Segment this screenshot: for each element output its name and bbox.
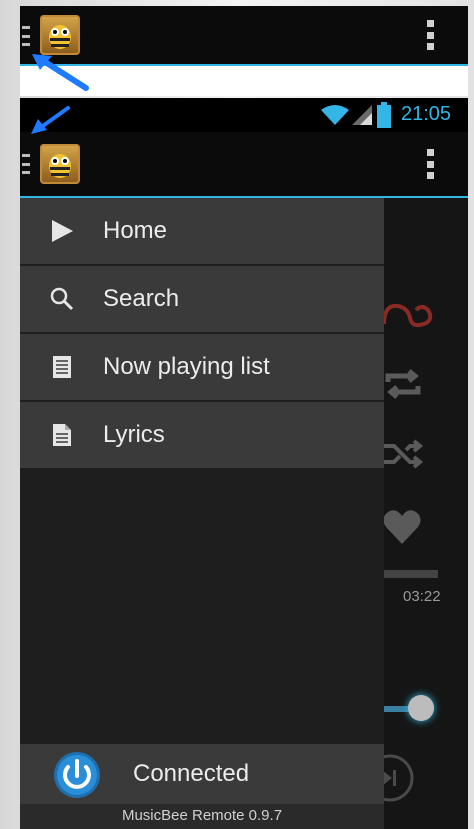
- progress-track[interactable]: [384, 570, 438, 578]
- power-icon[interactable]: [52, 750, 102, 800]
- drawer-indicator-icon[interactable]: [22, 26, 30, 46]
- drawer-item-lyrics[interactable]: Lyrics: [20, 402, 384, 470]
- app-logo-icon[interactable]: [40, 15, 80, 55]
- document-icon: [53, 424, 71, 446]
- status-time: 21:05: [401, 103, 452, 125]
- elapsed-time: 03:22: [403, 588, 441, 605]
- main-content: 03:22 Home Search Now playing list Lyric…: [20, 198, 468, 829]
- lastfm-icon[interactable]: [380, 296, 440, 332]
- list-icon: [53, 356, 71, 378]
- drawer-item-label: Home: [103, 217, 168, 244]
- drawer-indicator-icon[interactable]: [22, 154, 30, 174]
- overflow-menu-icon[interactable]: [426, 20, 434, 50]
- drawer-item-home[interactable]: Home: [20, 198, 384, 266]
- version-footer: MusicBee Remote 0.9.7: [20, 804, 384, 829]
- volume-knob[interactable]: [408, 695, 434, 721]
- annotation-arrow-icon: [32, 54, 89, 91]
- repeat-icon[interactable]: [382, 368, 424, 400]
- connection-status-bar[interactable]: Connected: [20, 744, 384, 804]
- action-bar: [20, 132, 468, 196]
- annotation-arrow-icon: [31, 106, 70, 134]
- app-version: MusicBee Remote 0.9.7: [121, 807, 283, 824]
- drawer-item-label: Now playing list: [103, 353, 270, 380]
- drawer-item-now-playing-list[interactable]: Now playing list: [20, 334, 384, 402]
- app-logo-icon[interactable]: [40, 144, 80, 184]
- drawer-item-label: Search: [103, 285, 180, 312]
- favorite-heart-icon[interactable]: [382, 508, 422, 546]
- navigation-drawer: Home Search Now playing list Lyrics Conn…: [20, 198, 384, 829]
- status-bar: 21:05: [20, 98, 468, 132]
- battery-icon: [377, 102, 391, 128]
- signal-icon: [352, 105, 372, 125]
- drawer-item-search[interactable]: Search: [20, 266, 384, 334]
- wifi-icon: [321, 105, 349, 125]
- drawer-item-label: Lyrics: [103, 421, 165, 448]
- play-icon: [52, 220, 73, 242]
- overflow-menu-icon[interactable]: [426, 149, 434, 179]
- shuffle-icon[interactable]: [382, 438, 424, 470]
- search-icon: [50, 287, 74, 311]
- connection-status-text: Connected: [133, 760, 250, 787]
